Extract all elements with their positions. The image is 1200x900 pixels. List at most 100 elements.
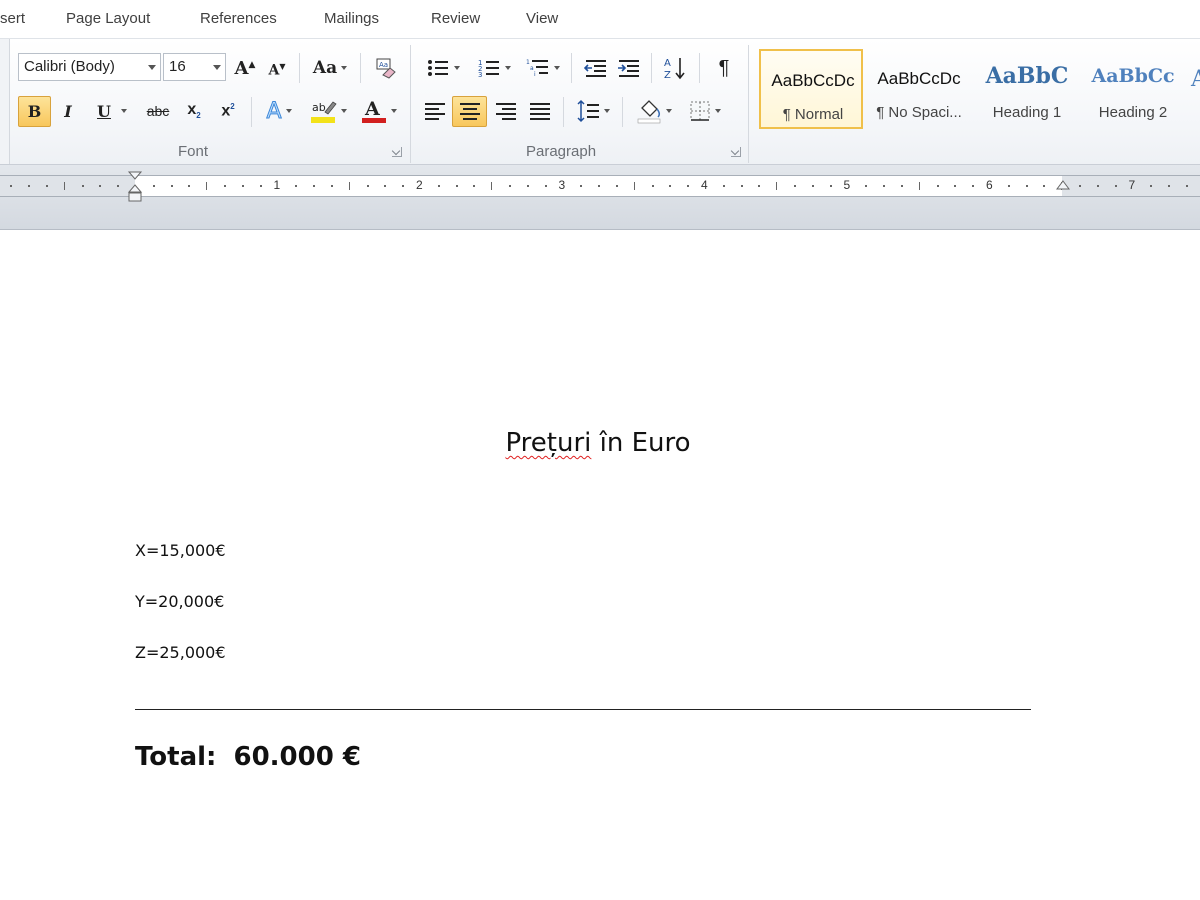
justify-icon [530, 102, 550, 120]
total-line[interactable]: Total: 60.000 € [135, 742, 361, 772]
font-color-button[interactable]: A [357, 96, 401, 126]
chevron-down-icon [666, 109, 672, 113]
ruler-dot [241, 185, 244, 187]
ruler-dot [544, 185, 547, 187]
ruler-dot [509, 185, 512, 187]
decrease-indent-icon [584, 60, 606, 77]
style-name: ¶ Normal [782, 106, 844, 123]
style-heading-1[interactable]: AaBbC Heading 1 [975, 49, 1079, 129]
title-word-preturi: Prețuri [505, 428, 592, 458]
tab-page-layout[interactable]: Page Layout [66, 10, 150, 27]
group-separator [748, 45, 749, 163]
ruler-half-tick [491, 182, 493, 190]
font-name-combo[interactable]: Calibri (Body) [18, 53, 161, 81]
bullets-button[interactable] [422, 53, 464, 83]
align-right-button[interactable] [491, 96, 521, 126]
ruler-half-tick [918, 182, 920, 190]
tab-mailings[interactable]: Mailings [324, 10, 379, 27]
separator [622, 97, 623, 127]
document-page[interactable]: Prețuri în Euro X=15,000€ Y=20,000€ Z=25… [0, 231, 1200, 900]
ruler-dot [722, 185, 725, 187]
numbered-list-icon: 1 2 3 [478, 59, 499, 79]
italic-button[interactable]: I [56, 96, 80, 126]
ruler-dot [259, 185, 262, 187]
document-title[interactable]: Prețuri în Euro [0, 428, 1196, 458]
style-name: ¶ No Spaci... [876, 104, 962, 121]
font-dialog-launcher[interactable] [392, 147, 402, 157]
ruler-dot [669, 185, 672, 187]
bold-icon: B [27, 102, 42, 121]
sort-button[interactable]: A Z [660, 53, 690, 83]
price-line-z[interactable]: Z=25,000€ [135, 643, 226, 662]
multilevel-list-button[interactable]: 1 a i [522, 53, 564, 83]
ruler-dot [384, 185, 387, 187]
tab-view[interactable]: View [526, 10, 558, 27]
tab-insert[interactable]: sert [0, 10, 25, 27]
decrease-indent-button[interactable] [582, 53, 610, 83]
ruler-dot [81, 185, 84, 187]
ruler-dot [740, 185, 743, 187]
align-left-icon [425, 102, 445, 120]
subscript-button[interactable]: x2 [180, 96, 208, 126]
style-sample: AaBbCc [1091, 65, 1175, 87]
price-line-x[interactable]: X=15,000€ [135, 541, 226, 560]
pilcrow-icon: ¶ [718, 56, 730, 79]
strikethrough-button[interactable]: abc [143, 96, 173, 126]
text-highlight-button[interactable]: ab [305, 96, 351, 126]
increase-indent-button[interactable] [615, 53, 643, 83]
style-heading-2[interactable]: AaBbCc Heading 2 [1081, 49, 1185, 129]
style-normal[interactable]: AaBbCcDc ¶ Normal [759, 49, 863, 129]
ruler-dot [954, 185, 957, 187]
border-icon [690, 101, 710, 121]
align-center-button[interactable] [452, 96, 487, 127]
font-size-combo[interactable]: 16 [163, 53, 226, 81]
price-line-y[interactable]: Y=20,000€ [135, 592, 224, 611]
font-color-icon: A [362, 98, 386, 123]
borders-button[interactable] [684, 96, 726, 126]
shrink-font-button[interactable]: A▼ [265, 55, 289, 85]
change-case-button[interactable]: Aa [310, 53, 350, 83]
ruler-dot [1150, 185, 1153, 187]
right-indent-marker-icon[interactable] [1055, 179, 1071, 193]
numbering-button[interactable]: 1 2 3 [473, 53, 515, 83]
ruler-dot [598, 185, 601, 187]
svg-text:Aa: Aa [379, 61, 388, 69]
clear-formatting-button[interactable]: Aa [370, 53, 400, 83]
underline-button[interactable]: U [90, 96, 134, 126]
bold-button[interactable]: B [18, 96, 51, 127]
ruler-dot [615, 185, 618, 187]
ruler-number: 7 [1128, 178, 1136, 192]
svg-text:i: i [534, 71, 536, 78]
paragraph-group-label: Paragraph [526, 143, 597, 160]
chevron-down-icon [454, 66, 460, 70]
multilevel-list-icon: 1 a i [526, 59, 548, 78]
paragraph-dialog-launcher[interactable] [731, 147, 741, 157]
ruler-dot [224, 185, 227, 187]
ruler-dot [117, 185, 120, 187]
shading-button[interactable] [632, 96, 676, 126]
ruler-dot [1096, 185, 1099, 187]
separator [299, 53, 300, 83]
chevron-down-icon [505, 66, 511, 70]
show-formatting-button[interactable]: ¶ [710, 53, 738, 83]
grow-font-button[interactable]: A▲ [233, 53, 257, 83]
text-effects-button[interactable]: A [259, 96, 299, 126]
justify-button[interactable] [525, 96, 555, 126]
indent-marker-icon[interactable] [127, 171, 143, 205]
tab-review[interactable]: Review [431, 10, 480, 27]
bullet-list-icon [428, 60, 448, 76]
divider-line [135, 709, 1031, 710]
tab-references[interactable]: References [200, 10, 277, 27]
horizontal-ruler[interactable]: 1 2 3 4 5 6 7 [0, 175, 1200, 197]
chevron-down-icon [120, 109, 127, 113]
line-spacing-button[interactable] [572, 96, 614, 126]
align-left-button[interactable] [420, 96, 450, 126]
style-no-spacing[interactable]: AaBbCcDc ¶ No Spaci... [867, 49, 971, 129]
ruler-dot [99, 185, 102, 187]
superscript-button[interactable]: x2 [214, 96, 242, 126]
style-more-preview: A [1191, 67, 1200, 92]
chevron-down-icon [341, 109, 347, 113]
svg-text:3: 3 [478, 71, 482, 79]
ruler-dot [1025, 185, 1028, 187]
ribbon-tab-bar: sert Page Layout References Mailings Rev… [0, 0, 1200, 38]
